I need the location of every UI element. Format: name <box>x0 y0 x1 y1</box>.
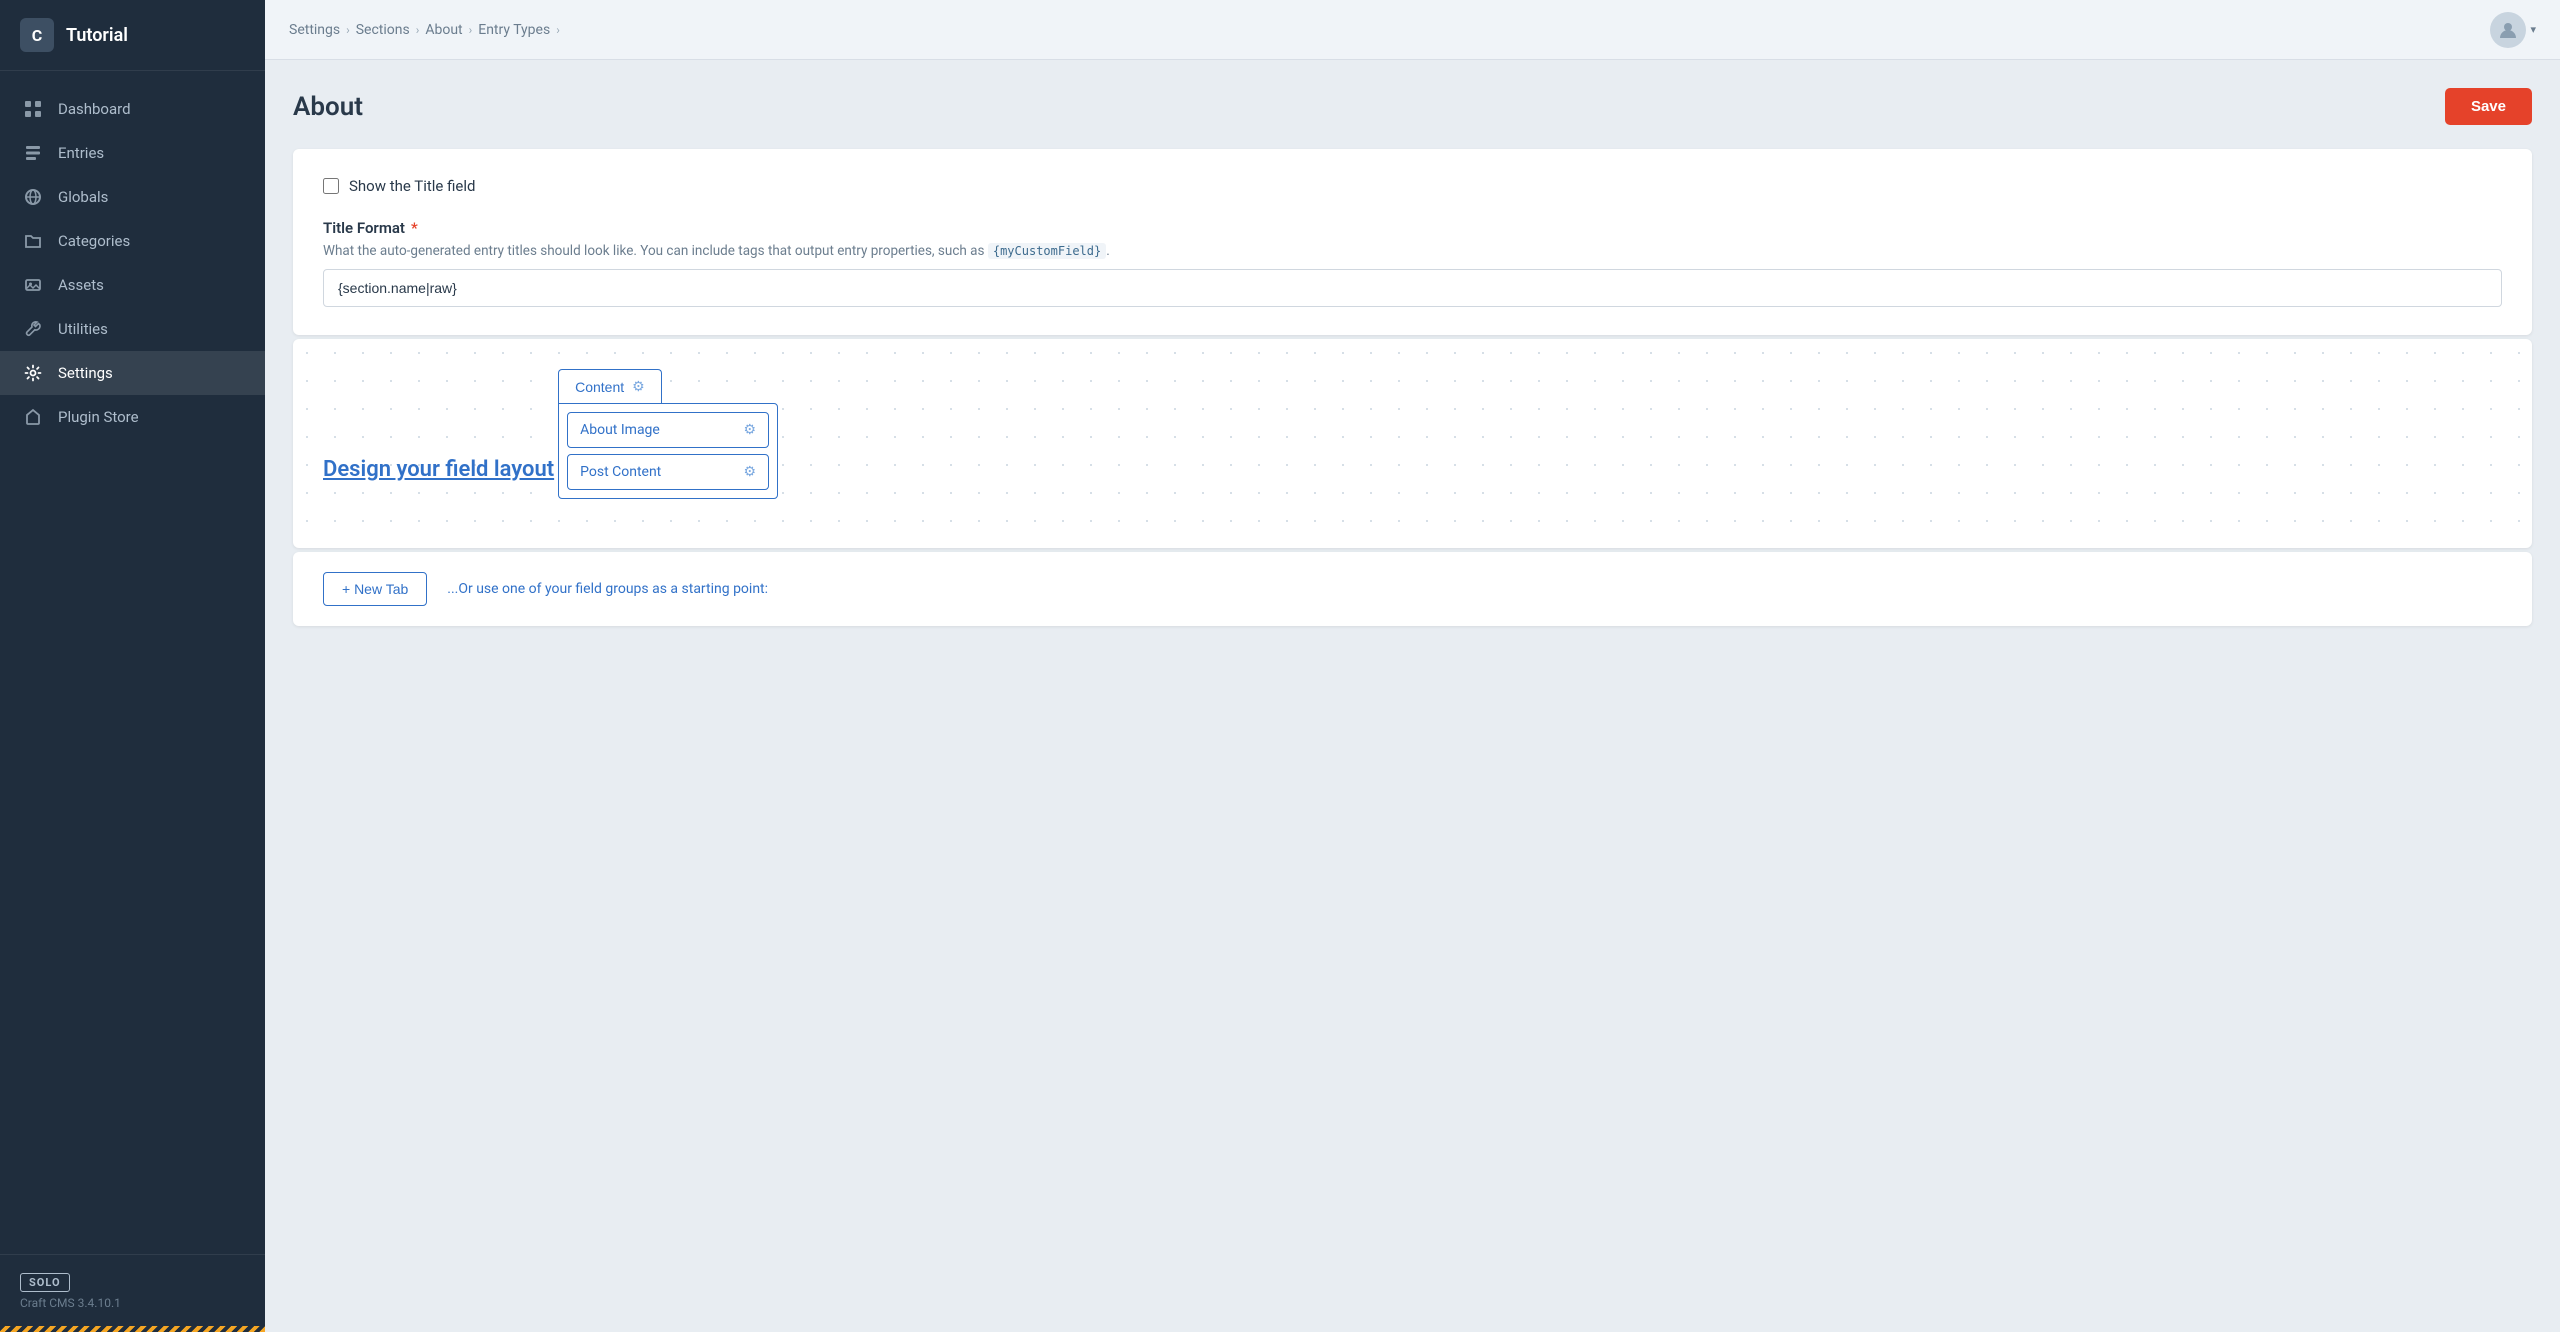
breadcrumb: Settings › Sections › About › Entry Type… <box>289 22 560 38</box>
breadcrumb-sep-2: › <box>416 23 420 37</box>
user-avatar[interactable] <box>2490 12 2526 48</box>
content-tab-gear-icon: ⚙ <box>632 378 645 395</box>
sidebar-item-categories-label: Categories <box>58 232 130 250</box>
breadcrumb-sections[interactable]: Sections <box>356 22 410 38</box>
sidebar-item-utilities-label: Utilities <box>58 320 108 338</box>
dashboard-icon <box>22 98 44 120</box>
field-row-about-image: About Image ⚙ <box>567 412 769 448</box>
page-title: About <box>293 92 363 122</box>
topbar: Settings › Sections › About › Entry Type… <box>265 0 2560 60</box>
about-image-field-label: About Image <box>580 422 660 438</box>
tab-body: About Image ⚙ Post Content ⚙ <box>558 403 778 499</box>
user-chevron-icon: ▾ <box>2530 23 2536 36</box>
sidebar-stripe <box>0 1326 265 1332</box>
logo-icon: C <box>20 18 54 52</box>
field-row-post-content: Post Content ⚙ <box>567 454 769 490</box>
content-tab-label: Content <box>575 379 624 395</box>
bottom-section: + New Tab ...Or use one of your field gr… <box>293 552 2532 626</box>
post-content-gear-icon[interactable]: ⚙ <box>744 464 757 480</box>
title-format-label: Title Format <box>323 219 405 237</box>
content-tab-button[interactable]: Content ⚙ <box>558 369 662 403</box>
sidebar-item-dashboard-label: Dashboard <box>58 100 131 118</box>
sidebar-item-entries[interactable]: Entries <box>0 131 265 175</box>
categories-icon <box>22 230 44 252</box>
sidebar-item-globals-label: Globals <box>58 188 108 206</box>
breadcrumb-sep-3: › <box>469 23 473 37</box>
save-button[interactable]: Save <box>2445 88 2532 125</box>
required-star: * <box>411 219 418 237</box>
sidebar-item-globals[interactable]: Globals <box>0 175 265 219</box>
sidebar-footer: SOLO Craft CMS 3.4.10.1 <box>0 1254 265 1326</box>
sidebar-item-entries-label: Entries <box>58 144 104 162</box>
title-settings-card: Show the Title field Title Format * What… <box>293 149 2532 335</box>
design-layout-link[interactable]: Design your field layout <box>323 457 554 482</box>
new-tab-button[interactable]: + New Tab <box>323 572 427 606</box>
entries-icon <box>22 142 44 164</box>
sidebar-nav: Dashboard Entries Globals Categories Ass <box>0 71 265 1254</box>
content-area: About Save Show the Title field Title Fo… <box>265 60 2560 1332</box>
sidebar-item-dashboard[interactable]: Dashboard <box>0 87 265 131</box>
settings-icon <box>22 362 44 384</box>
topbar-right: ▾ <box>2490 12 2536 48</box>
sidebar-item-assets[interactable]: Assets <box>0 263 265 307</box>
about-image-gear-icon[interactable]: ⚙ <box>744 422 757 438</box>
sidebar-item-categories[interactable]: Categories <box>0 219 265 263</box>
plugin-store-icon <box>22 406 44 428</box>
show-title-field-row: Show the Title field <box>323 177 2502 195</box>
title-format-input[interactable] <box>323 269 2502 307</box>
app-title: Tutorial <box>66 25 128 46</box>
sidebar-logo: C Tutorial <box>0 0 265 71</box>
breadcrumb-sep-4: › <box>556 23 560 37</box>
field-layout-section: Design your field layout Content ⚙ About… <box>293 339 2532 548</box>
utilities-icon <box>22 318 44 340</box>
sidebar-item-assets-label: Assets <box>58 276 104 294</box>
page-header: About Save <box>293 88 2532 125</box>
show-title-checkbox[interactable] <box>323 178 339 194</box>
globals-icon <box>22 186 44 208</box>
title-format-hint-code: {myCustomField} <box>988 243 1106 259</box>
title-format-hint: What the auto-generated entry titles sho… <box>323 243 2502 259</box>
title-format-label-row: Title Format * <box>323 219 2502 237</box>
sidebar-item-utilities[interactable]: Utilities <box>0 307 265 351</box>
main-area: Settings › Sections › About › Entry Type… <box>265 0 2560 1332</box>
breadcrumb-about[interactable]: About <box>425 22 462 38</box>
assets-icon <box>22 274 44 296</box>
breadcrumb-settings[interactable]: Settings <box>289 22 340 38</box>
sidebar-item-settings[interactable]: Settings <box>0 351 265 395</box>
solo-badge: SOLO <box>20 1273 70 1292</box>
sidebar-item-plugin-store[interactable]: Plugin Store <box>0 395 265 439</box>
breadcrumb-entry-types[interactable]: Entry Types <box>478 22 550 38</box>
post-content-field-label: Post Content <box>580 464 661 480</box>
sidebar: C Tutorial Dashboard Entries Globals <box>0 0 265 1332</box>
tab-container: Content ⚙ About Image ⚙ Post Content ⚙ <box>558 369 778 499</box>
starting-point-text: ...Or use one of your field groups as a … <box>447 581 768 597</box>
sidebar-item-plugin-store-label: Plugin Store <box>58 408 139 426</box>
sidebar-item-settings-label: Settings <box>58 364 113 382</box>
breadcrumb-sep-1: › <box>346 23 350 37</box>
craft-version: Craft CMS 3.4.10.1 <box>20 1296 245 1310</box>
bottom-actions: + New Tab ...Or use one of your field gr… <box>323 572 2502 606</box>
show-title-label[interactable]: Show the Title field <box>349 177 475 195</box>
tab-header: Content ⚙ <box>558 369 662 403</box>
field-layout-inner: Design your field layout Content ⚙ About… <box>323 369 2502 508</box>
